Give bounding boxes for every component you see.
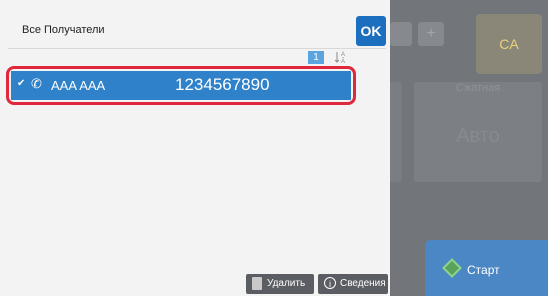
background-tab: [390, 22, 412, 46]
ca-button[interactable]: CA: [476, 14, 542, 74]
dialog-title: Все Получатели: [22, 24, 105, 36]
start-button[interactable]: Старт: [425, 240, 548, 296]
sort-az-icon[interactable]: A Ā: [333, 50, 349, 65]
background-add-tab: +: [418, 22, 444, 46]
all-recipients-dialog: Все Получатели OK 1 A Ā ✔ ✆ AAA AAA 1234…: [0, 0, 390, 296]
start-icon: [442, 258, 462, 278]
recipient-row[interactable]: ✔ ✆ AAA AAA 1234567890: [11, 71, 351, 100]
page-number: 1: [308, 51, 324, 64]
info-icon: i: [324, 277, 336, 289]
ok-button[interactable]: OK: [356, 16, 386, 46]
svg-text:A: A: [341, 52, 345, 58]
details-button[interactable]: i Сведения: [318, 274, 388, 294]
divider: [8, 48, 386, 49]
phone-icon: ✆: [31, 76, 42, 91]
chevron-down-icon: ✔: [17, 78, 26, 89]
svg-text:Ā: Ā: [341, 58, 345, 64]
auto-label: Авто: [456, 125, 500, 147]
recipient-number: 1234567890: [175, 75, 270, 94]
start-label: Старт: [467, 263, 500, 277]
delete-button[interactable]: Удалить: [246, 274, 314, 294]
background-panel-label: Сжатная: [455, 82, 501, 94]
recipient-name: AAA AAA: [51, 78, 106, 93]
trash-icon: [252, 277, 262, 290]
delete-label: Удалить: [267, 278, 306, 289]
details-label: Сведения: [340, 278, 386, 289]
